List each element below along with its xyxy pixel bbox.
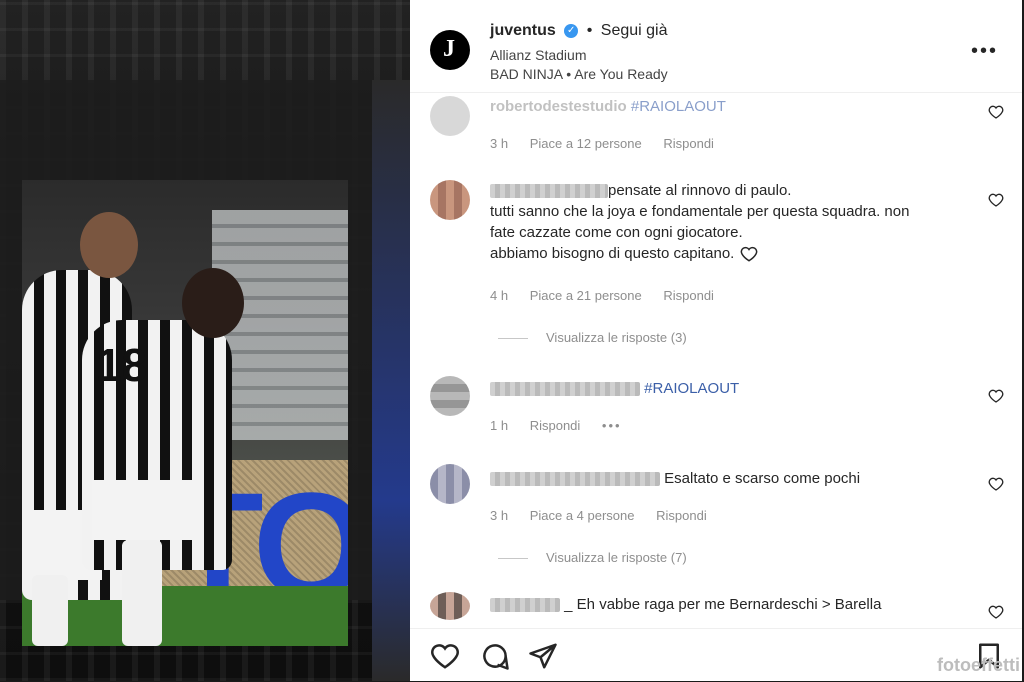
comment-text: _ Eh vabbe raga per me Bernardeschi > Ba… [490,594,970,615]
comment-text: robertodestestudio #RAIOLAOUT [490,96,970,117]
blurred-username[interactable] [490,184,608,199]
blurred-username[interactable] [490,382,640,397]
comment-line: pensate al rinnovo di paulo. [490,180,990,201]
post-actions-bar [410,628,1022,682]
blurred-username[interactable] [490,472,660,487]
comment-hashtag[interactable]: #RAIOLAOUT [631,98,726,115]
audio-link[interactable]: BAD NINJA • Are You Ready [490,66,668,82]
comment-like-heart-icon[interactable] [988,192,1004,208]
comment-hashtag[interactable]: #RAIOLAOUT [644,380,739,397]
comment-options-button[interactable]: ••• [602,418,622,433]
comment-like-heart-icon[interactable] [988,604,1004,620]
comment-meta: 4 h Piace a 21 persone Rispondi [490,288,732,303]
verified-badge-icon: ✓ [564,23,579,38]
view-replies-button[interactable]: Visualizza le risposte (7) [498,550,687,565]
comment-line-text: abbiamo bisogno di questo capitano. [490,245,735,262]
location-link[interactable]: Allianz Stadium [490,47,587,63]
blurred-username[interactable] [490,598,560,613]
player-right-head [182,268,244,338]
comment-reply-button[interactable]: Rispondi [530,418,581,433]
players-photo: TO 18 [22,180,348,646]
username-link[interactable]: juventus [490,22,556,39]
comment-body: Esaltato e scarso come pochi [664,470,861,487]
media-edge-strip [372,80,410,681]
comment-time: 3 h [490,508,509,523]
comment-line: tutti sanno che la joya e fondamentale p… [490,203,910,220]
separator-dot: • [586,22,593,39]
post-header: J juventus ✓ • Segui già Allianz Stadium… [410,0,1022,93]
comment-line: fate cazzate come con ogni giocatore. [490,224,743,241]
comment-time: 4 h [490,288,509,303]
comment-time: 1 h [490,418,509,433]
comment-meta: 3 h Piace a 4 persone Rispondi [490,508,725,523]
comment-meta: 3 h Piace a 12 persone Rispondi [490,136,732,151]
comment-line-text: pensate al rinnovo di paulo. [608,182,792,199]
comment-avatar[interactable] [430,180,470,220]
more-options-icon[interactable]: ••• [971,40,998,63]
juventus-logo-icon: J [443,36,455,62]
player-left-head [80,212,138,278]
follow-status-button[interactable]: Segui già [601,22,668,39]
replies-divider [498,338,528,340]
heart-emoji-icon [740,246,757,262]
share-paper-plane-icon[interactable] [528,641,558,671]
profile-avatar[interactable]: J [430,30,470,70]
post-side-panel: J juventus ✓ • Segui già Allianz Stadium… [410,0,1022,681]
player-right-shorts [92,480,202,540]
player-left-leg [32,575,68,646]
view-replies-label: Visualizza le risposte (3) [546,330,687,345]
view-replies-button[interactable]: Visualizza le risposte (3) [498,330,687,345]
comment-bubble-icon[interactable] [480,641,510,671]
comment-line: abbiamo bisogno di questo capitano. [490,243,990,264]
post-media[interactable]: TO 18 [0,0,410,681]
comment-avatar[interactable] [430,376,470,416]
comment-text: #RAIOLAOUT [490,378,970,399]
comment-meta: 1 h Rispondi ••• [490,418,640,433]
comment-body: _ Eh vabbe raga per me Bernardeschi > Ba… [564,596,882,613]
view-replies-label: Visualizza le risposte (7) [546,550,687,565]
jersey-number: 18 [96,339,148,391]
watermark: fotoeffetti [937,655,1020,675]
comment-avatar[interactable] [430,464,470,504]
comment-like-heart-icon[interactable] [988,388,1004,404]
comment-avatar[interactable] [430,96,470,136]
replies-divider [498,558,528,560]
comment-reply-button[interactable]: Rispondi [656,508,707,523]
player-right-leg [122,540,162,646]
comment-time: 3 h [490,136,509,151]
comment-like-heart-icon[interactable] [988,476,1004,492]
comment-username[interactable]: robertodestestudio [490,98,627,115]
like-heart-icon[interactable] [430,641,460,671]
comment-reply-button[interactable]: Rispondi [663,136,714,151]
post-header-title: juventus ✓ • Segui già [490,22,667,40]
comment-text: pensate al rinnovo di paulo. tutti sanno… [490,180,990,264]
comment-reply-button[interactable]: Rispondi [663,288,714,303]
comment-avatar[interactable] [430,592,470,620]
comment-likes-link[interactable]: Piace a 21 persone [530,288,642,303]
comment-likes-link[interactable]: Piace a 12 persone [530,136,642,151]
comment-text: Esaltato e scarso come pochi [490,468,970,489]
comment-likes-link[interactable]: Piace a 4 persone [530,508,635,523]
comment-like-heart-icon[interactable] [988,104,1004,120]
